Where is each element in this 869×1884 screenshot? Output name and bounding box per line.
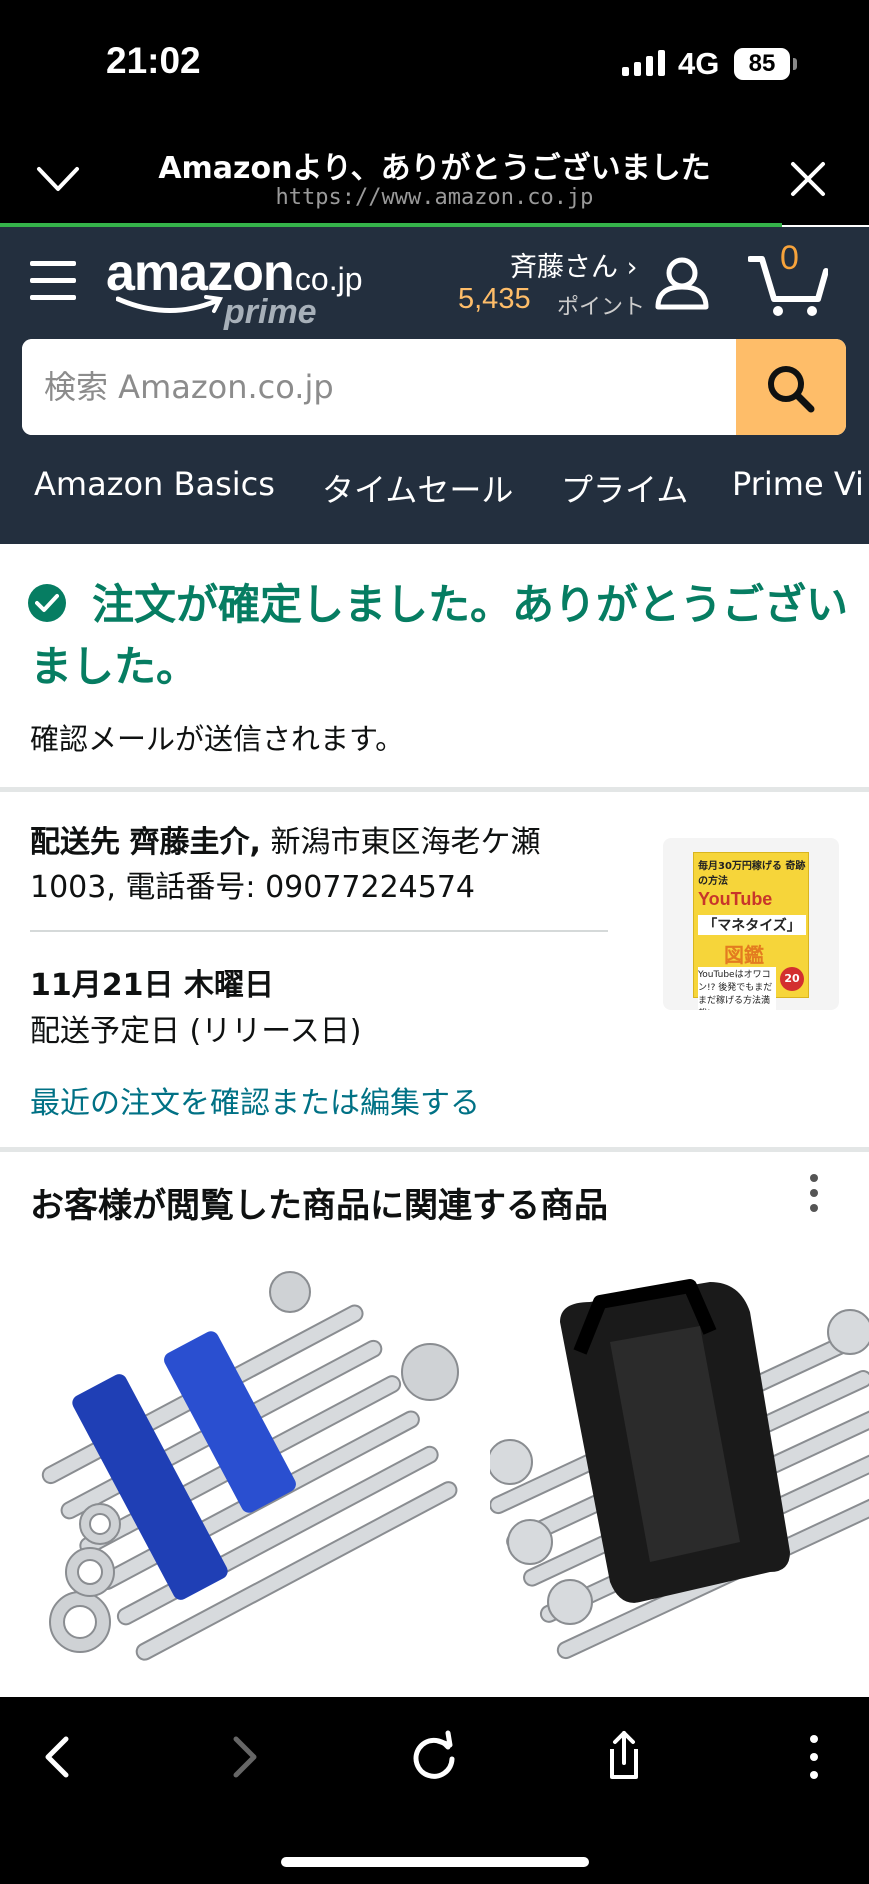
confirmation-title: 注文が確定しました。ありがとうございました。 [30,580,849,691]
recommendations-section: お客様が閲覧した商品に関連する商品 [0,1152,869,1697]
delivery-divider [30,930,608,932]
edit-orders-link[interactable]: 最近の注文を確認または編集する [30,1078,480,1122]
back-icon[interactable] [28,1727,88,1787]
signal-icon [622,50,665,76]
search-button[interactable] [736,339,846,435]
book-cover-line4: 図鑑 [724,943,764,967]
book-cover-line3: 「マネタイズ」 [698,915,806,935]
search-bar [22,339,846,435]
points-label: ポイント [557,295,646,320]
book-cover-badge: 20 [780,967,804,991]
battery-icon: 85 [734,48,797,80]
browser-toolbar [0,1697,869,1884]
recipient-name: 齊藤圭介, [129,825,261,860]
book-cover: 毎月30万円稼げる 奇跡の方法 YouTube 「マネタイズ」 図鑑 YouTu… [693,852,809,1010]
points-value: 5,435 [458,283,531,315]
network-type: 4G [678,46,720,81]
nav-link-prime-video[interactable]: Prime Vi [732,465,864,503]
delivery-date: 11月21日 木曜日 [30,968,274,1003]
book-cover-line2: YouTube [698,889,773,909]
book-cover-line5: YouTubeはオワコン!? 後発でもまだまだ稼げる方法満載! [698,967,776,1010]
reload-icon[interactable] [404,1727,464,1787]
recommendations-title: お客様が閲覧した商品に関連する商品 [30,1186,608,1226]
nav-link-time-sale[interactable]: タイムセール [322,465,513,511]
close-icon[interactable] [790,161,826,197]
search-input[interactable] [22,339,738,435]
logo-prime: prime [224,293,317,331]
forward-icon[interactable] [214,1727,274,1787]
browser-url: https://www.amazon.co.jp [275,185,594,210]
delivery-address: 配送先 齊藤圭介, 新潟市東区海老ケ瀬1003, 電話番号: 090772245… [30,820,610,910]
product-image-wrench-set-blue[interactable] [20,1262,480,1662]
search-icon [768,366,815,413]
delivery-date-note: 配送予定日 (リリース日) [30,1014,362,1049]
more-menu-icon[interactable] [784,1727,844,1787]
product-image-wrench-set-black-holder[interactable] [490,1262,869,1662]
browser-title-bar: Amazonより、ありがとうございました https://www.amazon.… [0,125,869,225]
account-icon[interactable] [654,255,710,311]
nav-link-amazon-basics[interactable]: Amazon Basics [34,465,275,503]
account-name-link[interactable]: 斉藤さん › [510,245,637,284]
menu-icon[interactable] [30,261,76,301]
share-icon[interactable] [594,1727,654,1787]
address-label: 配送先 [30,825,120,860]
more-options-icon[interactable] [804,1174,824,1220]
smile-arrow-icon [116,295,224,314]
delivery-section: 配送先 齊藤圭介, 新潟市東区海老ケ瀬1003, 電話番号: 090772245… [0,792,869,1147]
cart-count: 0 [780,239,799,277]
browser-page-title: Amazonより、ありがとうございました [158,151,711,186]
home-indicator [281,1857,589,1867]
order-confirmation: 注文が確定しました。ありがとうございました。 確認メールが送信されます。 [0,544,869,787]
book-cover-line1: 毎月30万円稼げる 奇跡の方法 [698,861,806,887]
nav-link-prime[interactable]: プライム [561,465,688,511]
status-bar: 21:02 4G 85 [0,0,869,125]
confirmation-subtitle: 確認メールが送信されます。 [30,722,405,756]
nav-links: Amazon Basics タイムセール プライム Prime Vi [0,465,869,525]
product-thumbnail[interactable]: 毎月30万円稼げる 奇跡の方法 YouTube 「マネタイズ」 図鑑 YouTu… [663,838,839,1010]
clock: 21:02 [106,40,201,81]
amazon-header: amazon .co.jp prime 斉藤さん › 5,435 ポイント 0 … [0,227,869,544]
amazon-prime-logo[interactable]: amazon .co.jp prime [106,243,376,333]
